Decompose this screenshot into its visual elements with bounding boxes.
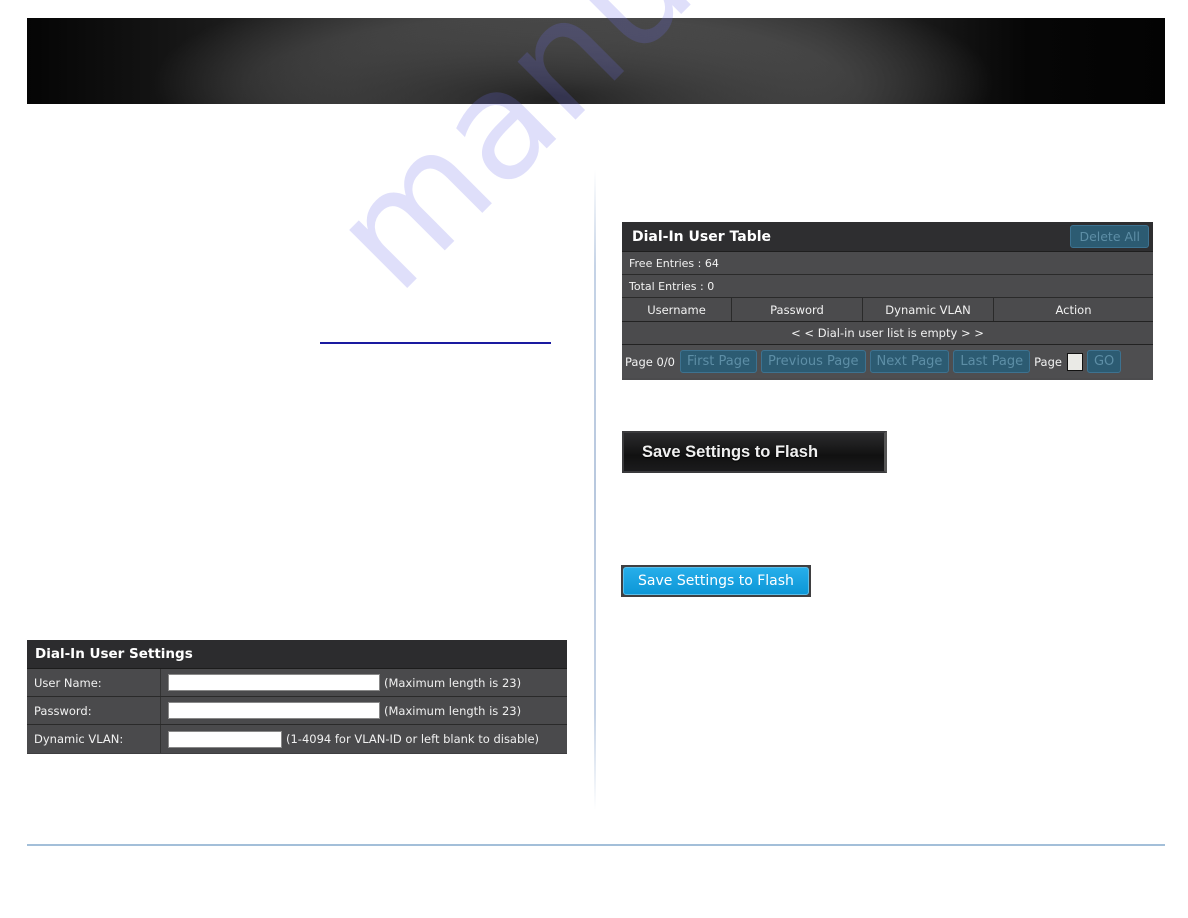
next-page-button[interactable]: Next Page: [869, 350, 950, 373]
column-header-username: Username: [622, 298, 732, 321]
dynamic-vlan-hint: (1-4094 for VLAN-ID or left blank to dis…: [286, 732, 540, 746]
password-input[interactable]: [168, 702, 380, 719]
dynamic-vlan-row: Dynamic VLAN: (1-4094 for VLAN-ID or lef…: [27, 725, 567, 753]
column-divider: [594, 170, 596, 810]
table-panel-title: Dial-In User Table: [632, 228, 772, 245]
dial-in-user-table-panel: Dial-In User Table Delete All Free Entri…: [622, 222, 1153, 380]
save-settings-to-flash-button[interactable]: Save Settings to Flash: [623, 567, 809, 595]
page-status: Page 0/0: [625, 354, 676, 369]
column-header-dynamic-vlan: Dynamic VLAN: [863, 298, 994, 321]
dynamic-vlan-label: Dynamic VLAN:: [27, 725, 161, 753]
first-page-button[interactable]: First Page: [680, 350, 757, 373]
settings-panel-title: Dial-In User Settings: [27, 640, 567, 669]
column-header-password: Password: [732, 298, 863, 321]
save-button-container: Save Settings to Flash: [621, 565, 811, 597]
total-entries: Total Entries : 0: [622, 275, 1153, 298]
password-hint: (Maximum length is 23): [384, 703, 522, 718]
password-label: Password:: [27, 697, 161, 724]
username-label: User Name:: [27, 669, 161, 696]
free-entries: Free Entries : 64: [622, 252, 1153, 275]
hyperlink-underline[interactable]: [320, 342, 551, 344]
username-hint: (Maximum length is 23): [384, 675, 522, 690]
previous-page-button[interactable]: Previous Page: [760, 350, 866, 373]
username-input[interactable]: [168, 674, 380, 691]
pagination-bar: Page 0/0 First Page Previous Page Next P…: [622, 345, 1153, 378]
page-jump-label: Page: [1034, 354, 1062, 369]
delete-all-button[interactable]: Delete All: [1070, 225, 1149, 248]
footer-divider: [27, 844, 1165, 846]
table-header-row: Username Password Dynamic VLAN Action: [622, 298, 1153, 322]
last-page-button[interactable]: Last Page: [953, 350, 1031, 373]
page-jump-input[interactable]: [1066, 352, 1083, 371]
header-banner: [27, 18, 1165, 104]
password-row: Password: (Maximum length is 23): [27, 697, 567, 725]
empty-list-message: < < Dial-in user list is empty > >: [622, 322, 1153, 345]
dial-in-user-settings-panel: Dial-In User Settings User Name: (Maximu…: [27, 640, 567, 754]
column-header-action: Action: [1055, 303, 1092, 317]
dynamic-vlan-input[interactable]: [168, 730, 282, 748]
table-title-bar: Dial-In User Table Delete All: [622, 222, 1153, 252]
username-row: User Name: (Maximum length is 23): [27, 669, 567, 697]
save-settings-to-flash-menu-button[interactable]: Save Settings to Flash: [622, 431, 887, 473]
go-button[interactable]: GO: [1086, 350, 1122, 373]
